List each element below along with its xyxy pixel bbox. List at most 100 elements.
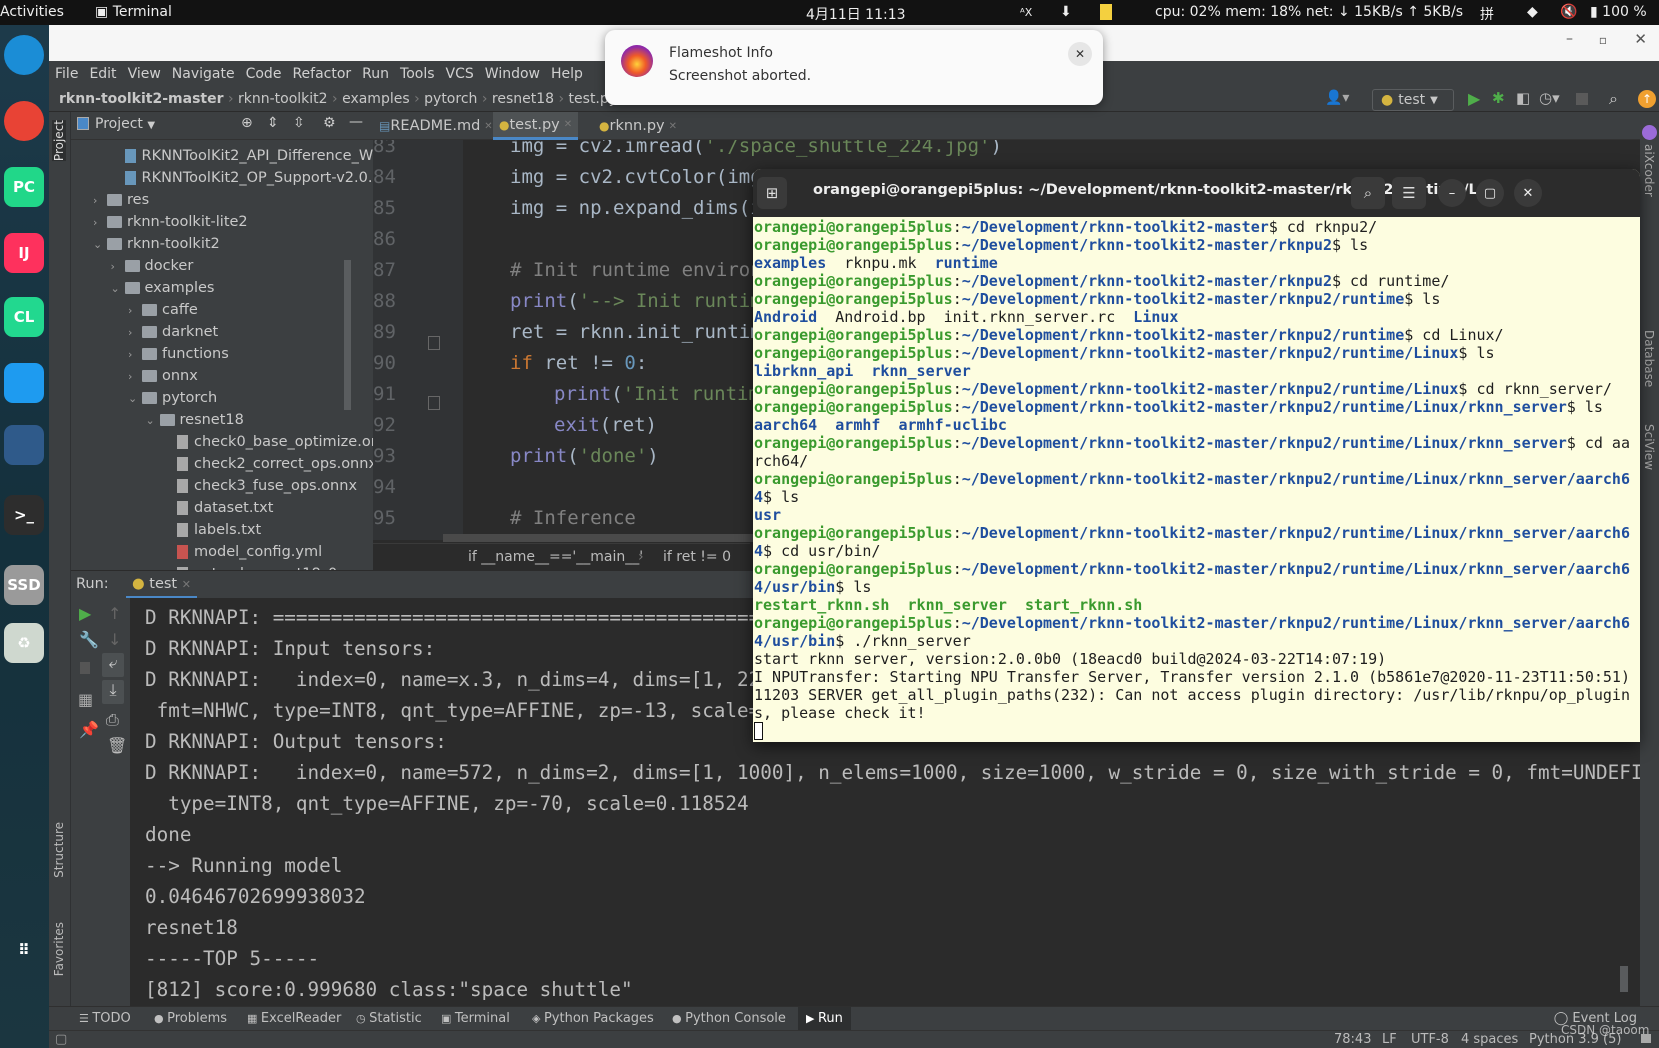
menu-button[interactable]: ☰: [1392, 177, 1426, 209]
toggle-tool-windows-icon[interactable]: ▢: [55, 1032, 67, 1047]
structure-tool-button[interactable]: Structure: [52, 822, 66, 878]
breadcrumb-item[interactable]: resnet18: [492, 91, 554, 107]
dock-trash[interactable]: ♻: [4, 623, 44, 663]
chevron-right-icon[interactable]: ›: [128, 370, 142, 383]
down-icon[interactable]: ↓: [108, 630, 121, 649]
chevron-right-icon[interactable]: ›: [128, 348, 142, 361]
code-line[interactable]: exit(ret): [554, 410, 657, 441]
notification-popup[interactable]: Flameshot Info Screenshot aborted. ✕: [605, 30, 1103, 105]
aixcoder-tray-icon[interactable]: ᴬX: [1020, 6, 1032, 19]
battery-indicator[interactable]: ▮ 100 %: [1590, 4, 1647, 20]
wrench-icon[interactable]: 🔧: [79, 630, 99, 649]
editor-scrollbar[interactable]: [443, 534, 763, 542]
new-tab-button[interactable]: ⊞: [757, 177, 787, 209]
close-tab-icon[interactable]: ✕: [564, 119, 572, 130]
tree-item[interactable]: check3_fuse_ops.onnx: [163, 475, 357, 497]
tree-item[interactable]: ⌄ pytorch: [128, 387, 217, 409]
minimize-button[interactable]: –: [1438, 179, 1466, 207]
crumb-main[interactable]: if __name__=='__main__': [468, 549, 643, 565]
tree-item[interactable]: › functions: [128, 343, 229, 365]
breadcrumb-item[interactable]: rknn-toolkit2-master: [59, 91, 224, 107]
tree-item[interactable]: check0_base_optimize.or: [163, 431, 373, 453]
tab-rknn-py[interactable]: ● rknn.py ✕: [593, 112, 683, 140]
tab-readme-md[interactable]: ▤ README.md ✕: [373, 112, 499, 140]
coverage-icon[interactable]: ◧: [1516, 89, 1530, 107]
menu-navigate[interactable]: Navigate: [172, 66, 235, 82]
stop-icon[interactable]: [1576, 93, 1588, 105]
minimize-button[interactable]: –: [1566, 31, 1573, 47]
run-config-select[interactable]: ● test ▼: [1372, 89, 1454, 111]
tree-item[interactable]: ⌄ rknn-toolkit2: [93, 233, 220, 255]
dock-chrome[interactable]: [4, 101, 44, 141]
chevron-down-icon[interactable]: ⌄: [111, 282, 125, 295]
project-tool-button[interactable]: Project: [52, 120, 66, 162]
menu-view[interactable]: View: [128, 66, 161, 82]
dock-terminal[interactable]: >_: [4, 495, 44, 535]
chevron-right-icon[interactable]: ›: [93, 216, 107, 229]
tree-item[interactable]: model_config.yml: [163, 541, 322, 563]
dock-ssd[interactable]: SSD: [4, 565, 44, 605]
tree-item[interactable]: › rknn-toolkit-lite2: [93, 211, 248, 233]
aixcoder-tool-button[interactable]: aiXcoder: [1642, 144, 1656, 197]
bottom-tab-python-console[interactable]: ● Python Console: [672, 1011, 786, 1026]
tree-item[interactable]: › caffe: [128, 299, 198, 321]
tree-scrollbar[interactable]: [344, 260, 351, 410]
close-button[interactable]: ✕: [1514, 179, 1542, 207]
pin-icon[interactable]: 📌: [79, 720, 99, 739]
chevron-down-icon[interactable]: ⌄: [146, 414, 160, 427]
code-line[interactable]: print('--> Init runtim: [510, 286, 762, 317]
bottom-tab-terminal[interactable]: ▣ Terminal: [441, 1011, 510, 1026]
run-tab-test[interactable]: ● test ✕: [126, 571, 197, 599]
dock-app-blue[interactable]: [4, 363, 44, 403]
chevron-right-icon[interactable]: ›: [93, 194, 107, 207]
menu-run[interactable]: Run: [362, 66, 389, 82]
stop-icon[interactable]: [80, 662, 90, 674]
activities-button[interactable]: Activities: [0, 4, 64, 20]
chevron-down-icon[interactable]: ⌄: [128, 392, 142, 405]
menu-vcs[interactable]: VCS: [446, 66, 474, 82]
project-view-select[interactable]: Project ▼: [95, 116, 155, 132]
dock-intellij[interactable]: IJ: [4, 233, 44, 273]
chevron-down-icon[interactable]: ⌄: [93, 238, 107, 251]
tree-item[interactable]: RKNNToolKit2_OP_Support-v2.0.: [111, 167, 372, 189]
update-icon[interactable]: ↑: [1638, 90, 1656, 108]
tree-item[interactable]: › res: [93, 189, 149, 211]
code-line[interactable]: ret = rknn.init_runtim: [510, 317, 762, 348]
tree-item[interactable]: ⌄ resnet18: [146, 409, 244, 431]
menu-file[interactable]: File: [55, 66, 78, 82]
console-scrollbar[interactable]: [1620, 966, 1628, 992]
notes-tray-icon[interactable]: [1100, 4, 1112, 20]
input-method[interactable]: 拼: [1480, 4, 1494, 24]
close-tab-icon[interactable]: ✕: [669, 121, 677, 132]
terminal-output[interactable]: orangepi@orangepi5plus:~/Development/rkn…: [753, 218, 1640, 742]
favorites-tool-button[interactable]: Favorites: [52, 922, 66, 976]
maximize-button[interactable]: ▢: [1476, 179, 1504, 207]
line-separator[interactable]: LF: [1382, 1032, 1397, 1047]
tree-item[interactable]: check2_correct_ops.onnx: [163, 453, 373, 475]
gear-icon[interactable]: ⚙: [323, 115, 336, 131]
tree-item[interactable]: pytorch_resnet18_0.npy: [163, 563, 369, 570]
bottom-tab-excelreader[interactable]: ▦ ExcelReader: [247, 1011, 341, 1026]
menu-help[interactable]: Help: [551, 66, 583, 82]
clock[interactable]: 4月11日 11:13: [806, 4, 906, 24]
tab-test-py[interactable]: ● test.py ✕: [493, 112, 579, 140]
caret-position[interactable]: 78:43: [1334, 1032, 1371, 1047]
trash-icon[interactable]: 🗑: [107, 736, 127, 755]
indent-setting[interactable]: 4 spaces: [1461, 1032, 1518, 1047]
bottom-tab-todo[interactable]: ☰ TODO: [79, 1011, 131, 1026]
chevron-right-icon[interactable]: ›: [128, 326, 142, 339]
menu-window[interactable]: Window: [485, 66, 540, 82]
fold-icon[interactable]: [428, 396, 440, 410]
code-line[interactable]: img = cv2.cvtColor(img: [510, 162, 762, 193]
fold-icon[interactable]: [428, 336, 440, 350]
system-monitor[interactable]: cpu: 02% mem: 18% net: ↓ 15KB/s ↑ 5KB/s: [1155, 4, 1463, 20]
code-line[interactable]: print('done'): [510, 441, 659, 472]
dock-app-grid[interactable]: ⠿: [4, 930, 44, 970]
focused-app-menu[interactable]: ▣ Terminal: [95, 4, 172, 20]
bottom-tab-statistic[interactable]: ◷ Statistic: [356, 1011, 422, 1026]
tree-item[interactable]: › darknet: [128, 321, 218, 343]
dock-app-bird[interactable]: [4, 425, 44, 465]
soft-wrap-icon[interactable]: ⤶: [102, 653, 124, 677]
close-tab-icon[interactable]: ✕: [182, 578, 191, 591]
tree-item[interactable]: › onnx: [128, 365, 198, 387]
